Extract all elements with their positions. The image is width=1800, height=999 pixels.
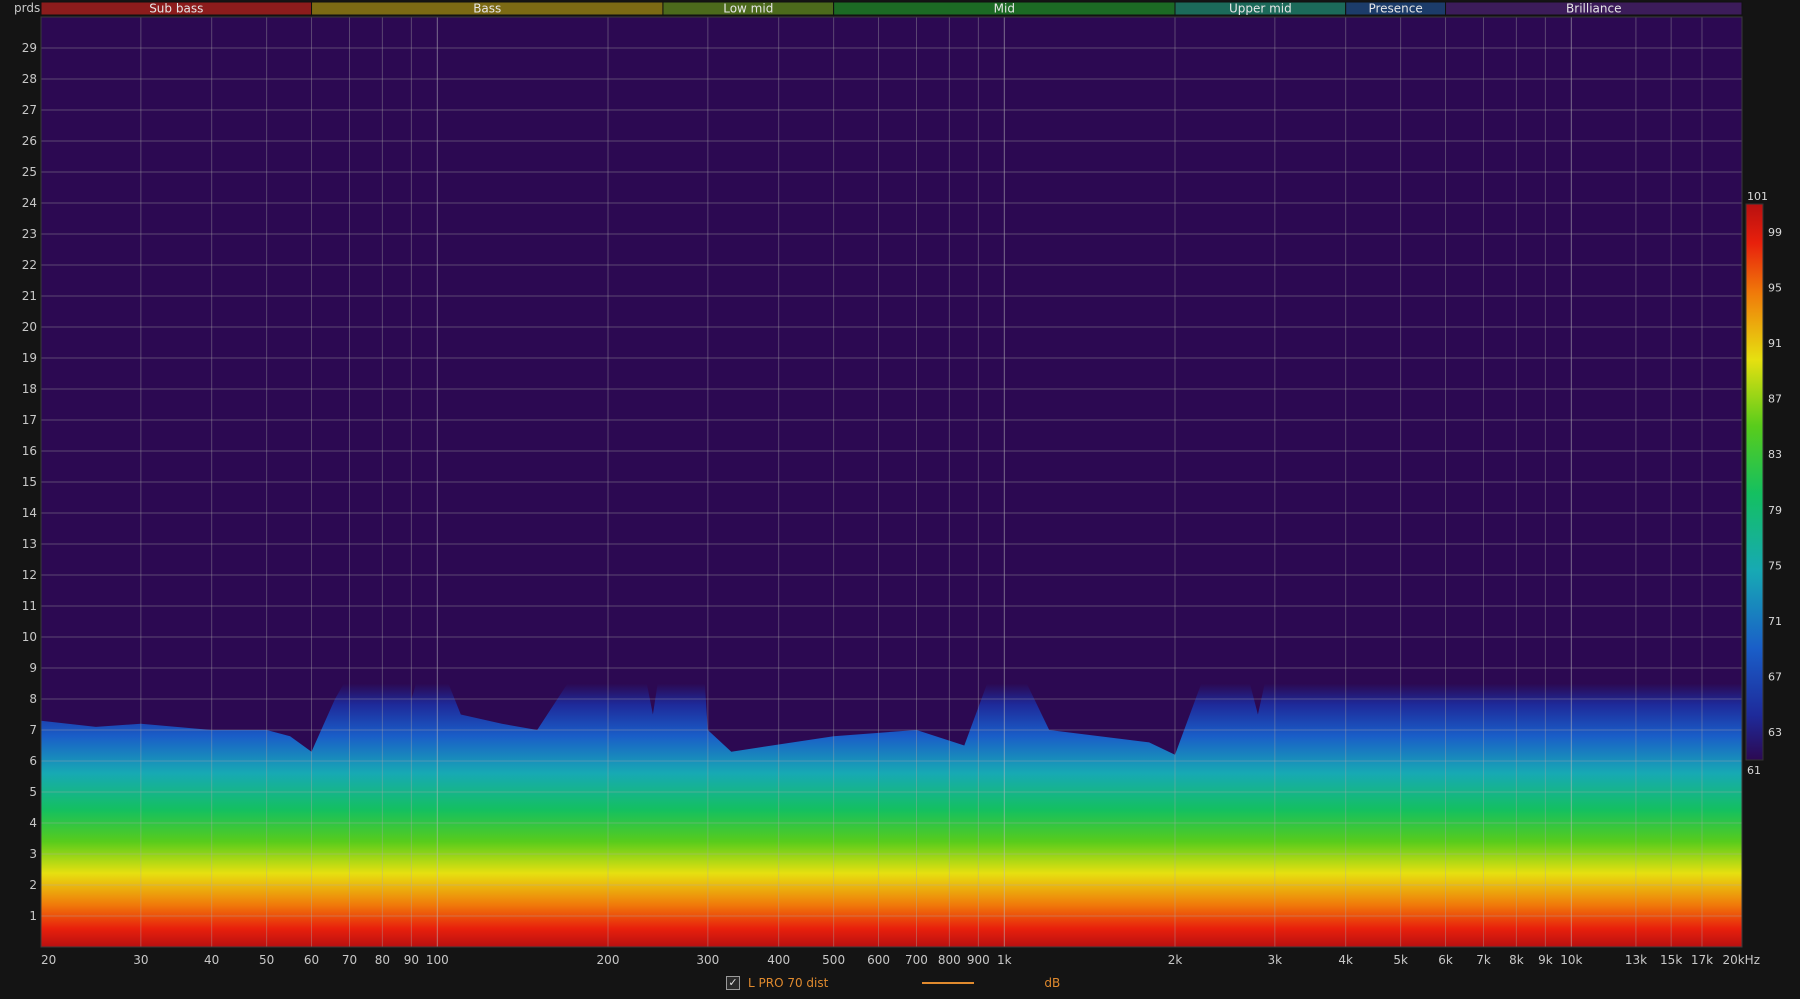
- legend-series-name: L PRO 70 dist: [748, 976, 829, 990]
- y-tick-label: 14: [22, 506, 37, 520]
- y-tick-label: 13: [22, 537, 37, 551]
- y-tick-label: 2: [29, 878, 37, 892]
- y-tick-label: 1: [29, 909, 37, 923]
- y-axis-unit-label: prds: [14, 1, 40, 15]
- colorbar-tick-label: 101: [1747, 190, 1768, 203]
- y-tick-label: 9: [29, 661, 37, 675]
- x-tick-label: 13k: [1625, 953, 1647, 967]
- y-tick-label: 29: [22, 41, 37, 55]
- series-checkbox[interactable]: ✓: [726, 976, 740, 990]
- colorbar-tick-label: 61: [1747, 764, 1761, 777]
- colorbar-tick-label: 95: [1768, 281, 1782, 294]
- x-tick-label: 90: [404, 953, 419, 967]
- x-tick-label: 15k: [1660, 953, 1682, 967]
- y-tick-label: 12: [22, 568, 37, 582]
- legend-series-line: [922, 982, 975, 984]
- x-tick-label: 20: [41, 953, 56, 967]
- y-tick-label: 24: [22, 196, 37, 210]
- colorbar: [1745, 203, 1764, 761]
- x-tick-label: 8k: [1509, 953, 1524, 967]
- x-tick-label: 1k: [997, 953, 1012, 967]
- colorbar-tick-label: 91: [1768, 337, 1782, 350]
- y-tick-label: 20: [22, 320, 37, 334]
- y-tick-label: 15: [22, 475, 37, 489]
- colorbar-tick-label: 87: [1768, 393, 1782, 406]
- x-tick-label: 30: [133, 953, 148, 967]
- x-tick-label: 50: [259, 953, 274, 967]
- y-tick-label: 21: [22, 289, 37, 303]
- y-tick-label: 10: [22, 630, 37, 644]
- x-tick-label: 4k: [1338, 953, 1353, 967]
- y-tick-label: 22: [22, 258, 37, 272]
- x-tick-label: 3k: [1268, 953, 1283, 967]
- y-tick-label: 11: [22, 599, 37, 613]
- x-tick-label: 80: [375, 953, 390, 967]
- x-tick-label: 5k: [1393, 953, 1408, 967]
- legend-unit-label: dB: [1044, 976, 1061, 990]
- y-tick-label: 7: [29, 723, 37, 737]
- colorbar-tick-label: 67: [1768, 671, 1782, 684]
- waterfall-chart: prds Sub bass Bass Low mid Mid Upper mid Pres…: [14, 1, 1782, 967]
- x-tick-label: 17k: [1691, 953, 1713, 967]
- x-tick-label: 800: [938, 953, 961, 967]
- y-tick-label: 27: [22, 103, 37, 117]
- y-tick-label: 6: [29, 754, 37, 768]
- colorbar-tick-label: 83: [1768, 448, 1782, 461]
- y-tick-label: 26: [22, 134, 37, 148]
- x-tick-label: 7k: [1476, 953, 1491, 967]
- y-tick-label: 4: [29, 816, 37, 830]
- x-tick-label: 700: [905, 953, 928, 967]
- band-label: Bass: [473, 2, 501, 16]
- y-tick-label: 19: [22, 351, 37, 365]
- x-tick-label: 10k: [1560, 953, 1582, 967]
- band-label: Presence: [1368, 2, 1422, 16]
- x-tick-label: 100: [426, 953, 449, 967]
- band-label: Brilliance: [1566, 2, 1621, 16]
- x-tick-label: 900: [967, 953, 990, 967]
- band-label: Upper mid: [1229, 2, 1292, 16]
- colorbar-tick-label: 79: [1768, 504, 1782, 517]
- y-tick-label: 3: [29, 847, 37, 861]
- legend: ✓ L PRO 70 dist dB: [726, 974, 1060, 992]
- x-tick-label: 300: [696, 953, 719, 967]
- y-tick-label: 8: [29, 692, 37, 706]
- x-tick-label: 500: [822, 953, 845, 967]
- y-tick-label: 5: [29, 785, 37, 799]
- x-tick-label: 40: [204, 953, 219, 967]
- x-tick-label: 400: [767, 953, 790, 967]
- y-tick-label: 16: [22, 444, 37, 458]
- x-tick-label: 20kHz: [1722, 953, 1760, 967]
- x-tick-label: 70: [342, 953, 357, 967]
- x-axis-ticks: 20 30 40 50 60 70 80 90 100 200 300 400 500 600 700 800…: [41, 953, 1760, 967]
- band-label: Mid: [994, 2, 1015, 16]
- y-tick-label: 23: [22, 227, 37, 241]
- y-tick-label: 28: [22, 72, 37, 86]
- band-label: Low mid: [723, 2, 773, 16]
- y-axis-ticks: 1234567891011121314151617181920212223242…: [22, 41, 37, 923]
- x-tick-label: 2k: [1168, 953, 1183, 967]
- x-tick-label: 200: [597, 953, 620, 967]
- frequency-band-bar: Sub bass Bass Low mid Mid Upper mid Presence B…: [40, 1, 1743, 16]
- x-tick-label: 600: [867, 953, 890, 967]
- y-tick-label: 25: [22, 165, 37, 179]
- colorbar-tick-label: 99: [1768, 226, 1782, 239]
- band-label: Sub bass: [149, 2, 203, 16]
- colorbar-tick-label: 75: [1768, 559, 1782, 572]
- x-tick-label: 9k: [1538, 953, 1553, 967]
- x-tick-label: 6k: [1438, 953, 1453, 967]
- colorbar-tick-label: 71: [1768, 615, 1782, 628]
- y-tick-label: 18: [22, 382, 37, 396]
- colorbar-tick-label: 63: [1768, 726, 1782, 739]
- x-tick-label: 60: [304, 953, 319, 967]
- y-tick-label: 17: [22, 413, 37, 427]
